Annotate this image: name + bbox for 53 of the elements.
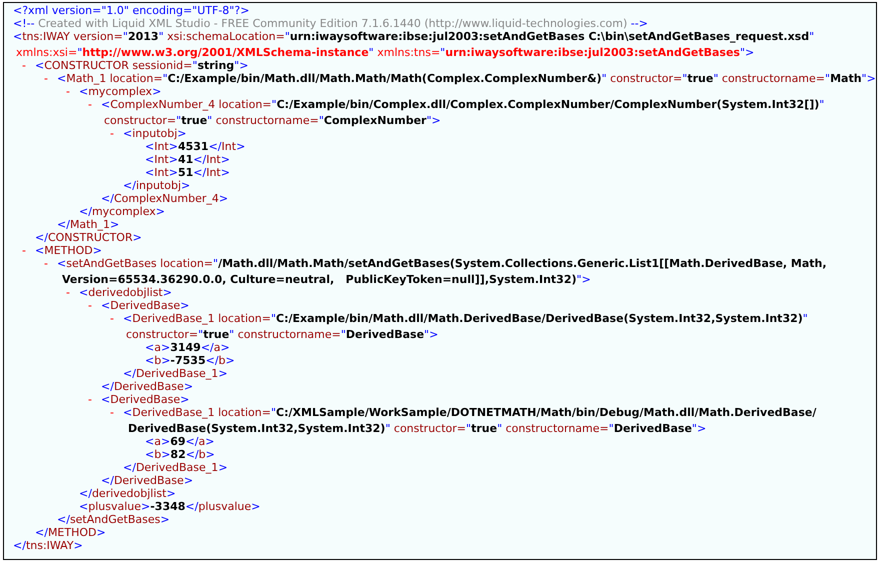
xml-line: Version=65534.36290.0.0, Culture=neutral, PublicKeyToken=null]],System.Int32)">: [62, 273, 591, 286]
xml-line: <inputobj>: [123, 127, 187, 140]
xml-line: <ComplexNumber_4 location="C:/Example/bin/Complex.dll/Complex.ComplexNumber/ComplexNumber(System.Int32[])": [101, 98, 824, 111]
xml-line: <DerivedBase_1 location="C:/XMLSample/WorkSample/DOTNETMATH/Math/bin/Debug/Math.dll/Math.DerivedBase/: [123, 406, 816, 419]
collapse-toggle[interactable]: -: [66, 85, 79, 98]
collapse-toggle[interactable]: -: [110, 406, 123, 419]
collapse-toggle[interactable]: -: [88, 393, 101, 406]
collapse-toggle[interactable]: -: [44, 257, 57, 270]
xml-line: </tns:IWAY>: [13, 539, 83, 552]
xml-line: </inputobj>: [123, 179, 190, 192]
xml-line: </DerivedBase>: [101, 380, 194, 393]
collapse-toggle[interactable]: -: [110, 127, 123, 140]
collapse-toggle[interactable]: -: [66, 286, 79, 299]
collapse-toggle[interactable]: -: [110, 312, 123, 325]
xml-line: <Int>41</Int>: [145, 153, 230, 166]
xml-line: </CONSTRUCTOR>: [35, 231, 142, 244]
xml-line: <Int>51</Int>: [145, 166, 230, 179]
collapse-toggle[interactable]: -: [22, 244, 35, 257]
xml-line: <CONSTRUCTOR sessionid="string">: [35, 59, 248, 72]
xml-line: <setAndGetBases location="/Math.dll/Math.Math/setAndGetBases(System.Collections.Generic.List1[[Math.DerivedBase, Math,: [57, 257, 827, 270]
xml-line: <DerivedBase_1 location="C:/Example/bin/Math.dll/Math.DerivedBase/DerivedBase(System.Int32,System.Int32)": [123, 312, 808, 325]
xml-line: <plusvalue>-3348</plusvalue>: [79, 500, 260, 513]
xml-line: DerivedBase(System.Int32,System.Int32)" constructor="true" constructorname="DerivedBase">: [128, 422, 706, 435]
xml-line: </derivedobjlist>: [79, 487, 176, 500]
xml-line: </ComplexNumber_4>: [101, 192, 228, 205]
xml-line: </METHOD>: [35, 526, 106, 539]
xml-line: <derivedobjlist>: [79, 286, 172, 299]
xml-line: constructor="true" constructorname="ComplexNumber">: [104, 114, 441, 127]
xml-line: <DerivedBase>: [101, 393, 190, 406]
collapse-toggle[interactable]: -: [88, 299, 101, 312]
collapse-toggle[interactable]: -: [88, 98, 101, 111]
xml-line: <mycomplex>: [79, 85, 162, 98]
xml-line: </DerivedBase_1>: [123, 461, 228, 474]
xml-line: <a>3149</a>: [145, 341, 230, 354]
collapse-toggle[interactable]: -: [44, 72, 57, 85]
xml-line: </Math_1>: [57, 218, 120, 231]
xml-line: xmlns:xsi="http://www.w3.org/2001/XMLSchema-instance" xmlns:tns="urn:iwaysoftware:ibse:jul2003:setAndGetBases">: [16, 46, 754, 59]
collapse-toggle[interactable]: -: [22, 59, 35, 72]
xml-line: <!-- Created with Liquid XML Studio - FREE Community Edition 7.1.6.1440 (http://www.liquid-technologies.com) -->: [13, 17, 648, 30]
xml-line: </mycomplex>: [79, 205, 165, 218]
xml-line: <a>69</a>: [145, 435, 214, 448]
xml-line: constructor="true" constructorname="DerivedBase">: [126, 328, 438, 341]
xml-line: </setAndGetBases>: [57, 513, 170, 526]
xml-line: <b>82</b>: [145, 448, 215, 461]
xml-line: <Math_1 location="C:/Example/bin/Math.dll/Math.Math/Math(Complex.ComplexNumber&)" constructor="true" constructorname="Math">: [57, 72, 876, 85]
xml-line: </DerivedBase>: [101, 474, 194, 487]
xml-line: </DerivedBase_1>: [123, 367, 228, 380]
xml-line: <b>-7535</b>: [145, 354, 235, 367]
xml-line: <?xml version="1.0" encoding="UTF-8"?>: [13, 4, 250, 17]
xml-line: <tns:IWAY version="2013" xsi:schemaLocation="urn:iwaysoftware:ibse:jul2003:setAndGetBases C:\bin\setAndGetBases_request.xsd": [13, 30, 814, 43]
xml-line: <Int>4531</Int>: [145, 140, 246, 153]
xml-line: <DerivedBase>: [101, 299, 190, 312]
xml-line: <METHOD>: [35, 244, 102, 257]
